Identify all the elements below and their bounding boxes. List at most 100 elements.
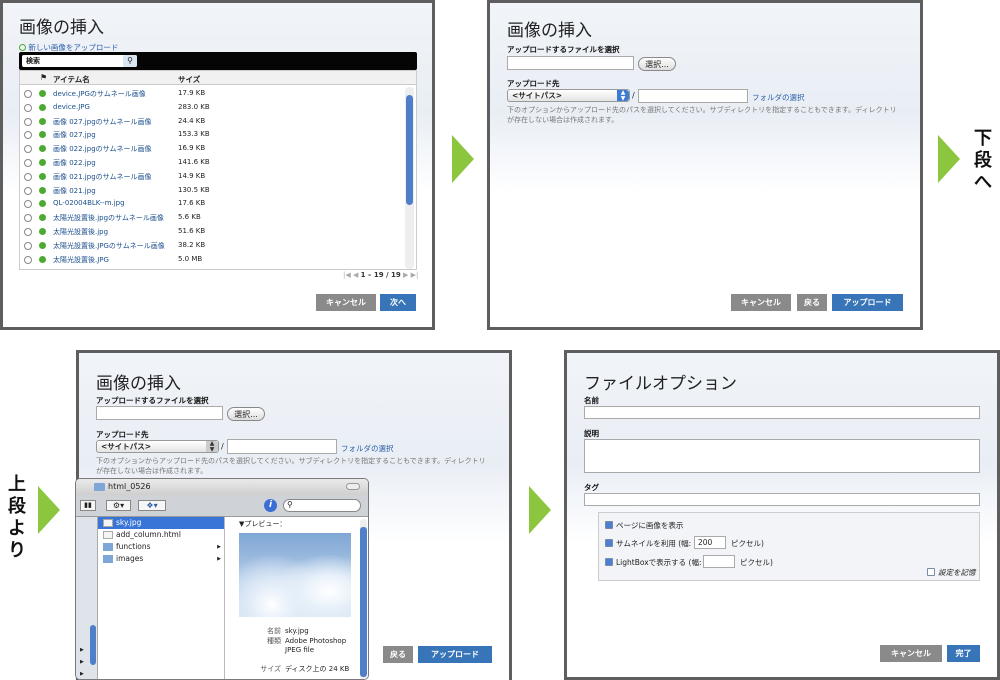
destination-label: アップロード先 [507, 79, 560, 88]
last-page-icon[interactable]: ▶| [411, 271, 419, 279]
cancel-button[interactable]: キャンセル [880, 645, 942, 662]
description-textarea[interactable] [584, 439, 980, 473]
column-header-size[interactable]: サイズ [178, 74, 200, 85]
column-header-name[interactable]: アイテム名 [53, 74, 90, 85]
table-row[interactable]: 画像 022.jpg 141.6 KB [20, 156, 405, 170]
search-icon: ⚲ [287, 500, 293, 509]
table-row[interactable]: 画像 027.jpgのサムネール画像 24.4 KB [20, 115, 405, 129]
choose-file-button[interactable]: 選択... [227, 407, 265, 421]
select-radio[interactable] [24, 103, 32, 112]
table-row[interactable]: 画像 021.jpg 130.5 KB [20, 184, 405, 198]
use-thumbnail-checkbox[interactable] [605, 539, 613, 547]
show-image-checkbox[interactable] [605, 521, 613, 529]
table-row[interactable]: 太陽光設置後.jpgのサムネール画像 5.6 KB [20, 211, 405, 225]
display-options-box: ページに画像を表示 サムネイルを利用 (幅: 200 ピクセル) LightBo… [598, 512, 980, 581]
table-row[interactable]: 太陽光設置後.JPGのサムネール画像 38.2 KB [20, 239, 405, 253]
back-button[interactable]: 戻る [383, 646, 413, 663]
to-lower-row-text: 下段へ [974, 128, 992, 193]
select-folder-link[interactable]: フォルダの選択 [752, 92, 805, 103]
table-row[interactable]: QL-02004BLK--m.jpg 17.6 KB [20, 197, 405, 211]
destination-path-input[interactable] [638, 89, 748, 103]
preview-column: ▼プレビュー： 名前 sky.jpg 種類 Adobe Photoshop JPEG… [225, 517, 368, 679]
table-row[interactable]: 画像 027.jpg 153.3 KB [20, 128, 405, 142]
table-row[interactable]: device.JPGのサムネール画像 17.9 KB [20, 87, 405, 101]
file-list: device.JPGのサムネール画像 17.9 KB device.JPG 283.0… [20, 87, 405, 266]
next-button[interactable]: 次へ [380, 294, 416, 311]
upload-button[interactable]: アップロード [418, 646, 492, 663]
done-button[interactable]: 完了 [947, 645, 980, 662]
file-name: 画像 027.jpg [53, 131, 96, 140]
finder-scroll-thumb[interactable] [360, 527, 367, 677]
site-path-select[interactable]: <サイトパス> ▲ ▼ [507, 89, 630, 102]
first-page-icon[interactable]: |◀ [343, 271, 351, 279]
file-size: 16.9 KB [178, 144, 206, 153]
file-name: 画像 022.jpgのサムネール画像 [53, 145, 152, 154]
name-label: 名前 [584, 396, 599, 405]
finder-sidebar: ▶ ▶ ▶ [76, 517, 98, 679]
remember-settings-checkbox[interactable] [927, 568, 935, 576]
window-resize-icon[interactable] [346, 483, 360, 490]
name-input[interactable] [584, 406, 980, 419]
select-radio[interactable] [24, 172, 32, 181]
prev-page-icon[interactable]: ◀ [353, 271, 358, 279]
gear-icon[interactable]: ⚙▾ [106, 500, 131, 511]
select-radio[interactable] [24, 90, 32, 98]
lightbox-px-label: ピクセル) [740, 558, 773, 567]
finder-item[interactable]: images ▶ [98, 553, 224, 565]
disclosure-triangle-icon[interactable]: ▶ [80, 671, 84, 677]
plus-circle-icon [19, 44, 26, 51]
select-radio[interactable] [24, 117, 32, 126]
table-row[interactable]: 太陽光設置後.jpg 51.6 KB [20, 225, 405, 239]
select-radio[interactable] [24, 200, 32, 209]
table-row[interactable]: 太陽光設置後.JPG 5.0 MB [20, 253, 405, 267]
file-path-input[interactable] [507, 56, 634, 70]
tag-input[interactable] [584, 493, 980, 506]
select-radio[interactable] [24, 214, 32, 223]
finder-item[interactable]: sky.jpg [98, 517, 224, 529]
scroll-thumb[interactable] [406, 95, 413, 205]
select-folder-link[interactable]: フォルダの選択 [341, 443, 394, 454]
published-check-icon [39, 241, 46, 249]
file-name: 画像 021.jpg [53, 186, 96, 195]
finder-item[interactable]: add_column.html [98, 529, 224, 541]
info-icon[interactable]: i [264, 499, 277, 512]
lightbox-checkbox[interactable] [605, 558, 613, 566]
select-radio[interactable] [24, 227, 32, 236]
disclosure-triangle-icon[interactable]: ▶ [80, 659, 84, 665]
back-button[interactable]: 戻る [797, 294, 827, 311]
sidebar-scroll-thumb[interactable] [90, 625, 96, 665]
view-columns-icon[interactable]: ▮▮ [80, 500, 96, 511]
finder-item[interactable]: functions ▶ [98, 541, 224, 553]
site-path-select[interactable]: <サイトパス> ▲ ▼ [96, 440, 219, 453]
path-separator: / [632, 91, 635, 100]
search-icon[interactable]: ⚲ [123, 55, 137, 67]
table-row[interactable]: 画像 021.jpgのサムネール画像 14.9 KB [20, 170, 405, 184]
select-radio[interactable] [24, 131, 32, 140]
next-page-icon[interactable]: ▶ [403, 271, 408, 279]
scrollbar[interactable] [405, 87, 414, 269]
destination-path-input[interactable] [227, 439, 337, 454]
table-row[interactable]: 画像 022.jpgのサムネール画像 16.9 KB [20, 142, 405, 156]
published-check-icon [39, 186, 46, 194]
disclosure-triangle-icon[interactable]: ▶ [80, 647, 84, 653]
finder-search-input[interactable]: ⚲ [283, 499, 361, 512]
search-input[interactable]: 検索 [22, 55, 137, 67]
table-row[interactable]: device.JPG 283.0 KB [20, 101, 405, 115]
lightbox-width-input[interactable] [703, 555, 735, 568]
select-radio[interactable] [24, 255, 32, 264]
choose-file-button[interactable]: 選択... [638, 57, 676, 71]
cancel-button[interactable]: キャンセル [316, 294, 376, 311]
select-radio[interactable] [24, 145, 32, 154]
select-radio[interactable] [24, 158, 32, 167]
file-size: 17.9 KB [178, 89, 206, 97]
file-meta: 名前 sky.jpg 種類 Adobe Photoshop JPEG file サイ… [260, 627, 350, 673]
select-radio[interactable] [24, 241, 32, 250]
description-label: 説明 [584, 429, 599, 438]
cancel-button[interactable]: キャンセル [731, 294, 791, 311]
select-radio[interactable] [24, 186, 32, 195]
dropbox-icon[interactable]: ❖▾ [138, 500, 166, 511]
upload-button[interactable]: アップロード [832, 294, 903, 311]
thumbnail-width-input[interactable]: 200 [694, 536, 726, 549]
finder-scrollbar[interactable] [360, 519, 367, 679]
file-path-input[interactable] [96, 406, 223, 420]
